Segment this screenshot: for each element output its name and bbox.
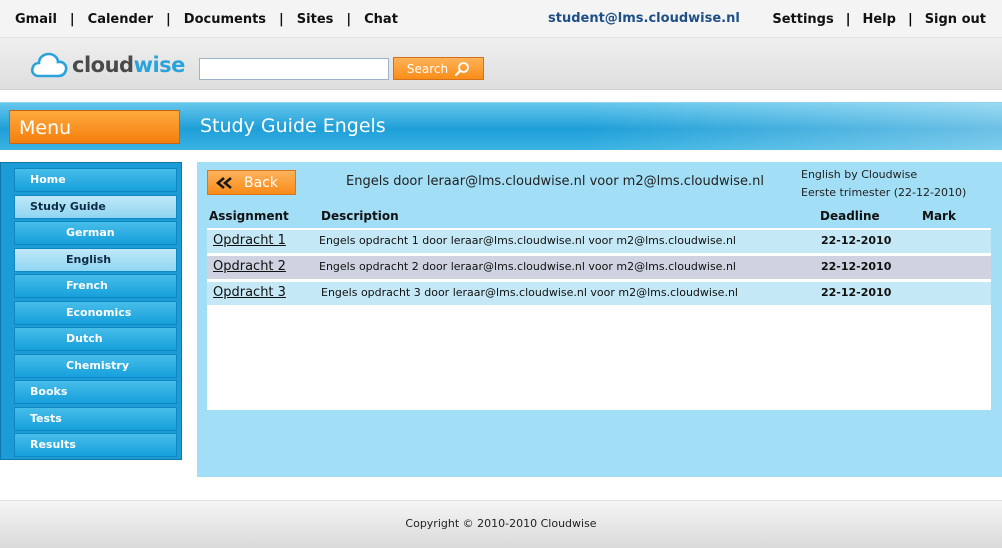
nav-documents[interactable]: Documents [184, 12, 266, 27]
assignments-table: Opdracht 1 Engels opdracht 1 door leraar… [207, 228, 991, 410]
assignment-link[interactable]: Opdracht 3 [213, 285, 286, 300]
sidebar: Home Study Guide German English French E… [0, 162, 182, 460]
assignment-description: Engels opdracht 3 door leraar@lms.cloudw… [321, 286, 738, 299]
copyright-text: Copyright © 2010-2010 Cloudwise [405, 517, 597, 530]
assignment-deadline: 22-12-2010 [821, 260, 892, 273]
cloud-icon [30, 52, 68, 78]
page-title: Study Guide Engels [200, 115, 386, 137]
sidebar-item-english[interactable]: English [14, 247, 177, 272]
sidebar-item-dutch[interactable]: Dutch [14, 327, 177, 351]
search-button-label: Search [406, 61, 449, 76]
sidebar-item-chemistry[interactable]: Chemistry [14, 353, 177, 378]
sidebar-item-german[interactable]: German [14, 221, 177, 245]
nav-sites[interactable]: Sites [297, 12, 334, 27]
sidebar-item-results[interactable]: Results [14, 433, 177, 457]
top-bar: Gmail | Calender | Documents | Sites | Chat stud… [0, 0, 1002, 38]
nav-chat[interactable]: Chat [364, 12, 398, 27]
sidebar-item-books[interactable]: Books [14, 380, 177, 404]
top-nav: Gmail | Calender | Documents | Sites | Chat [15, 12, 398, 27]
search-input[interactable] [199, 58, 389, 80]
account-nav: Settings | Help | Sign out [772, 12, 986, 27]
guide-info: Engels door leraar@lms.cloudwise.nl voor… [346, 174, 764, 189]
nav-help[interactable]: Help [862, 12, 895, 27]
assignment-description: Engels opdracht 2 door leraar@lms.cloudw… [319, 260, 736, 273]
search-icon [455, 61, 470, 76]
cloudwise-logo[interactable]: cloudwise [30, 50, 185, 80]
table-row: Opdracht 3 Engels opdracht 3 door leraar… [207, 282, 991, 305]
back-button[interactable]: Back [207, 170, 296, 195]
logo-text-cloud: cloud [72, 53, 134, 77]
menu-button[interactable]: Menu [9, 110, 180, 144]
assignment-link[interactable]: Opdracht 1 [213, 233, 286, 248]
heading-band: Menu Study Guide Engels [0, 102, 1002, 151]
sidebar-item-home[interactable]: Home [14, 168, 177, 192]
footer: Copyright © 2010-2010 Cloudwise [0, 500, 1002, 548]
brand-bar: cloudwise Search [0, 38, 1002, 90]
table-row: Opdracht 1 Engels opdracht 1 door leraar… [207, 230, 991, 253]
nav-gmail[interactable]: Gmail [15, 12, 57, 27]
assignment-deadline: 22-12-2010 [821, 286, 892, 299]
sidebar-item-tests[interactable]: Tests [14, 406, 177, 431]
column-header-description: Description [321, 209, 399, 223]
sidebar-item-economics[interactable]: Economics [14, 300, 177, 325]
column-header-deadline: Deadline [820, 209, 880, 223]
user-email: student@lms.cloudwise.nl [548, 11, 740, 26]
search-button[interactable]: Search [393, 57, 484, 80]
sidebar-item-study-guide[interactable]: Study Guide [14, 194, 177, 219]
column-header-assignment: Assignment [209, 209, 289, 223]
assignment-deadline: 22-12-2010 [821, 234, 892, 247]
nav-settings[interactable]: Settings [772, 12, 833, 27]
double-chevron-left-icon [216, 176, 232, 189]
assignment-description: Engels opdracht 1 door leraar@lms.cloudw… [319, 234, 736, 247]
course-info: English by Cloudwise Eerste trimester (2… [801, 166, 966, 202]
main-content: Back Engels door leraar@lms.cloudwise.nl… [197, 162, 1002, 477]
course-term: Eerste trimester (22-12-2010) [801, 186, 967, 199]
sidebar-item-french[interactable]: French [14, 274, 177, 298]
logo-text-wise: wise [133, 53, 186, 77]
course-name: English by Cloudwise [801, 168, 918, 181]
back-button-label: Back [244, 174, 278, 191]
table-row: Opdracht 2 Engels opdracht 2 door leraar… [207, 256, 991, 279]
nav-calender[interactable]: Calender [88, 12, 153, 27]
assignment-link[interactable]: Opdracht 2 [213, 259, 286, 274]
column-header-mark: Mark [922, 209, 956, 223]
nav-sign-out[interactable]: Sign out [925, 12, 986, 27]
